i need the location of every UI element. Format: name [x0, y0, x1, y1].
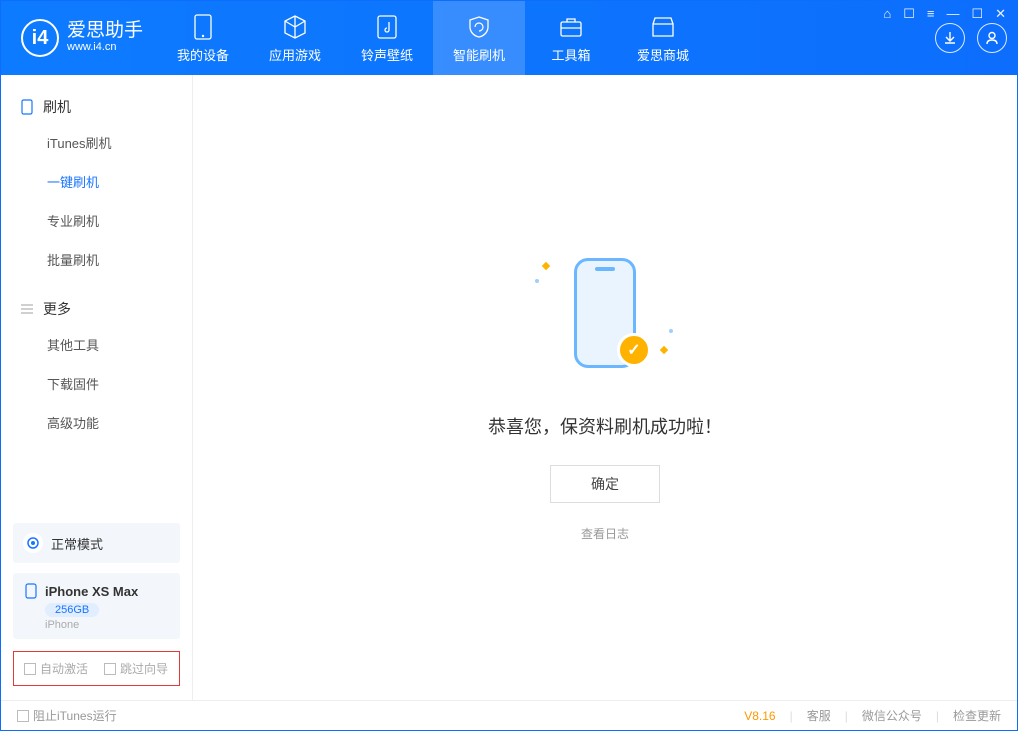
tab-label: 我的设备 — [177, 45, 229, 64]
device-small-icon — [19, 99, 35, 115]
device-small-phone-icon — [25, 583, 37, 599]
tab-store[interactable]: 爱思商城 — [617, 1, 709, 75]
app-name: 爱思助手 — [67, 21, 143, 40]
check-badge-icon: ✓ — [617, 333, 651, 367]
header-bar: i4 爱思助手 www.i4.cn 我的设备 应用游戏 铃声壁纸 智能刷机 工具… — [1, 1, 1017, 75]
sidebar-item-batch-flash[interactable]: 批量刷机 — [1, 240, 192, 279]
app-url: www.i4.cn — [67, 40, 143, 54]
feedback-icon[interactable]: ☐ — [903, 6, 915, 22]
support-link[interactable]: 客服 — [807, 707, 831, 724]
tab-label: 铃声壁纸 — [361, 45, 413, 64]
store-icon — [649, 13, 677, 41]
menu-icon[interactable]: ≡ — [927, 6, 935, 22]
shirt-icon[interactable]: ⌂ — [883, 6, 891, 22]
minimize-icon[interactable]: — — [946, 6, 959, 22]
logo-area: i4 爱思助手 www.i4.cn — [1, 19, 157, 57]
music-file-icon — [373, 13, 401, 41]
cube-icon — [281, 13, 309, 41]
cb-block-itunes[interactable]: 阻止iTunes运行 — [17, 707, 117, 724]
maximize-icon[interactable]: ☐ — [971, 6, 983, 22]
device-type: iPhone — [45, 619, 168, 631]
device-card[interactable]: iPhone XS Max 256GB iPhone — [13, 573, 180, 639]
ok-button[interactable]: 确定 — [550, 465, 660, 503]
main-content: ✓ 恭喜您，保资料刷机成功啦！ 确定 查看日志 — [193, 75, 1017, 700]
sidebar-item-onekey-flash[interactable]: 一键刷机 — [1, 162, 192, 201]
user-icon[interactable] — [977, 23, 1007, 53]
close-icon[interactable]: ✕ — [995, 6, 1006, 22]
success-illustration: ✓ — [525, 233, 685, 393]
sidebar-item-other-tools[interactable]: 其他工具 — [1, 325, 192, 364]
tab-toolbox[interactable]: 工具箱 — [525, 1, 617, 75]
cb-skip-guide[interactable]: 跳过向导 — [104, 660, 168, 677]
phone-icon — [189, 13, 217, 41]
device-name: iPhone XS Max — [45, 584, 138, 599]
mode-label: 正常模式 — [51, 534, 103, 553]
tab-label: 智能刷机 — [453, 45, 505, 64]
version-label: V8.16 — [744, 709, 775, 723]
logo-icon: i4 — [21, 19, 59, 57]
mode-dot-icon — [23, 533, 43, 553]
mode-indicator[interactable]: 正常模式 — [13, 523, 180, 563]
cb-auto-activate[interactable]: 自动激活 — [24, 660, 88, 677]
tab-label: 应用游戏 — [269, 45, 321, 64]
success-message: 恭喜您，保资料刷机成功啦！ — [488, 413, 722, 439]
view-log-link[interactable]: 查看日志 — [581, 525, 629, 542]
briefcase-icon — [557, 13, 585, 41]
device-capacity: 256GB — [45, 603, 99, 617]
footer-bar: 阻止iTunes运行 V8.16 | 客服 | 微信公众号 | 检查更新 — [1, 700, 1017, 730]
tab-my-device[interactable]: 我的设备 — [157, 1, 249, 75]
list-icon — [19, 301, 35, 317]
wechat-link[interactable]: 微信公众号 — [862, 707, 922, 724]
tab-label: 工具箱 — [552, 45, 591, 64]
sidebar-item-pro-flash[interactable]: 专业刷机 — [1, 201, 192, 240]
download-icon[interactable] — [935, 23, 965, 53]
tab-ringtones[interactable]: 铃声壁纸 — [341, 1, 433, 75]
tab-apps-games[interactable]: 应用游戏 — [249, 1, 341, 75]
tab-smart-flash[interactable]: 智能刷机 — [433, 1, 525, 75]
highlighted-options: 自动激活 跳过向导 — [13, 651, 180, 686]
sidebar-item-download-firmware[interactable]: 下载固件 — [1, 364, 192, 403]
sidebar-item-advanced[interactable]: 高级功能 — [1, 403, 192, 442]
check-update-link[interactable]: 检查更新 — [953, 707, 1001, 724]
section-flash-title: 刷机 — [1, 91, 192, 123]
shield-refresh-icon — [465, 13, 493, 41]
section-more-title: 更多 — [1, 293, 192, 325]
sidebar-item-itunes-flash[interactable]: iTunes刷机 — [1, 123, 192, 162]
tab-label: 爱思商城 — [637, 45, 689, 64]
sidebar: 刷机 iTunes刷机 一键刷机 专业刷机 批量刷机 更多 其他工具 下载固件 … — [1, 75, 193, 700]
